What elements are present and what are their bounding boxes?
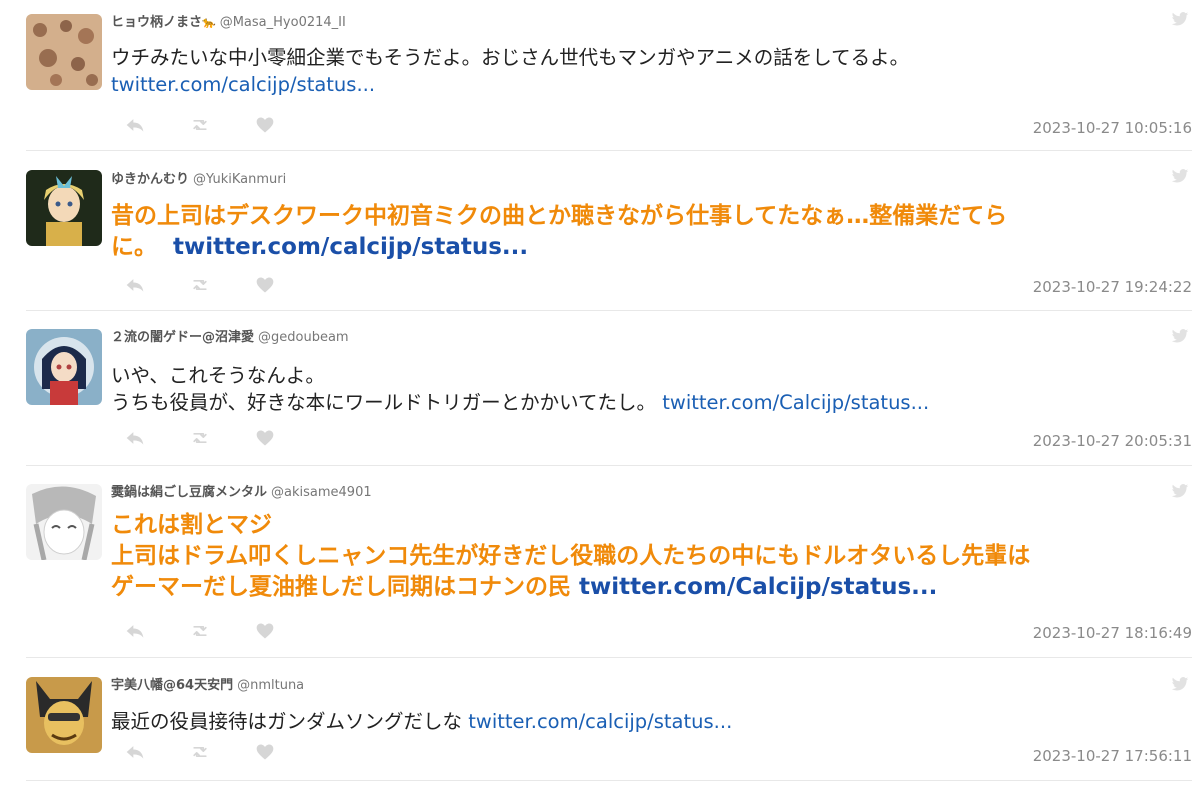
retweet-icon[interactable]	[189, 428, 211, 452]
divider	[26, 465, 1192, 466]
avatar[interactable]	[26, 14, 102, 90]
user-name[interactable]: 霙鍋は絹ごし豆腐メンタル	[111, 485, 267, 500]
tweet-text: 最近の役員接待はガンダムソングだしな twitter.com/calcijp/s…	[111, 708, 732, 735]
avatar[interactable]	[26, 329, 102, 405]
tweet-text-line: いや、これそうなんよ。	[111, 364, 325, 387]
timestamp[interactable]: 2023-10-27 18:16:49	[1033, 624, 1192, 642]
heart-icon[interactable]	[254, 621, 276, 645]
tweet-actions	[124, 275, 314, 299]
twitter-bird-icon[interactable]	[1170, 675, 1190, 697]
retweet-icon[interactable]	[189, 275, 211, 299]
user-name[interactable]: ヒョウ柄ノまさ	[111, 15, 202, 30]
user-line: 宇美八幡@64天安門 @nmltuna	[111, 674, 304, 693]
tweet-text-line: うちも役員が、好きな本にワールドトリガーとかかいてたし。	[111, 391, 657, 414]
timestamp[interactable]: 2023-10-27 20:05:31	[1033, 432, 1192, 450]
user-line: ヒョウ柄ノまさ🐆 @Masa_Hyo0214_II	[111, 11, 346, 30]
user-handle[interactable]: @YukiKanmuri	[193, 172, 286, 187]
status-link[interactable]: twitter.com/calcijp/status...	[173, 234, 528, 260]
retweet-icon[interactable]	[189, 621, 211, 645]
twitter-bird-icon[interactable]	[1170, 10, 1190, 32]
tweet-text: これは割とマジ 上司はドラム叩くしニャンコ先生が好きだし役職の人たちの中にもドル…	[111, 510, 1030, 603]
user-handle[interactable]: @gedoubeam	[258, 330, 349, 345]
timestamp[interactable]: 2023-10-27 17:56:11	[1033, 747, 1192, 765]
tweet-text-line: に。	[111, 234, 157, 260]
timestamp[interactable]: 2023-10-27 19:24:22	[1033, 278, 1192, 296]
status-link[interactable]: twitter.com/calcijp/status...	[468, 710, 732, 733]
avatar[interactable]	[26, 484, 102, 560]
timestamp[interactable]: 2023-10-27 10:05:16	[1033, 119, 1192, 137]
divider	[26, 780, 1192, 781]
status-link[interactable]: twitter.com/Calcijp/status...	[579, 574, 937, 600]
user-emoji: 🐆	[202, 16, 216, 29]
tweet-text: 昔の上司はデスクワーク中初音ミクの曲とか聴きながら仕事してたなぁ…整備業だてら …	[111, 201, 1007, 263]
status-link[interactable]: twitter.com/Calcijp/status...	[662, 391, 929, 414]
reply-icon[interactable]	[124, 428, 146, 452]
divider	[26, 657, 1192, 658]
tweet-text: いや、これそうなんよ。 うちも役員が、好きな本にワールドトリガーとかかいてたし。…	[111, 362, 929, 416]
divider	[26, 150, 1192, 151]
tweet-text: ウチみたいな中小零細企業でもそうだよ。おじさん世代もマンガやアニメの話をしてるよ…	[111, 44, 909, 98]
heart-icon[interactable]	[254, 275, 276, 299]
retweet-icon[interactable]	[189, 742, 211, 766]
heart-icon[interactable]	[254, 115, 276, 139]
user-line: ２流の闇ゲドー@沼津愛 @gedoubeam	[111, 326, 349, 345]
tweet-actions	[124, 742, 314, 766]
retweet-icon[interactable]	[189, 115, 211, 139]
user-line: ゆきかんむり @YukiKanmuri	[111, 168, 286, 187]
tweet-text-line: 昔の上司はデスクワーク中初音ミクの曲とか聴きながら仕事してたなぁ…整備業だてら	[111, 203, 1008, 229]
user-handle[interactable]: @nmltuna	[237, 678, 304, 693]
user-name[interactable]: 宇美八幡@64天安門	[111, 678, 233, 693]
reply-icon[interactable]	[124, 742, 146, 766]
user-name[interactable]: ゆきかんむり	[111, 172, 189, 187]
tweet-text-line: これは割とマジ	[111, 512, 272, 538]
twitter-bird-icon[interactable]	[1170, 482, 1190, 504]
reply-icon[interactable]	[124, 275, 146, 299]
reply-icon[interactable]	[124, 115, 146, 139]
tweet-text-line: 上司はドラム叩くしニャンコ先生が好きだし役職の人たちの中にもドルオタいるし先輩は	[111, 543, 1031, 569]
tweet-text-line: 最近の役員接待はガンダムソングだしな	[111, 710, 463, 733]
heart-icon[interactable]	[254, 742, 276, 766]
heart-icon[interactable]	[254, 428, 276, 452]
user-handle[interactable]: @Masa_Hyo0214_II	[220, 15, 346, 30]
tweet-actions	[124, 115, 314, 139]
user-name[interactable]: ２流の闇ゲドー@沼津愛	[111, 330, 254, 345]
user-handle[interactable]: @akisame4901	[271, 485, 372, 500]
tweet-actions	[124, 621, 314, 645]
avatar[interactable]	[26, 677, 102, 753]
tweet-text-line: ゲーマーだし夏油推しだし同期はコナンの民	[111, 574, 571, 600]
status-link[interactable]: twitter.com/calcijp/status...	[111, 73, 375, 96]
twitter-bird-icon[interactable]	[1170, 327, 1190, 349]
divider	[26, 310, 1192, 311]
reply-icon[interactable]	[124, 621, 146, 645]
tweet-actions	[124, 428, 314, 452]
twitter-bird-icon[interactable]	[1170, 167, 1190, 189]
user-line: 霙鍋は絹ごし豆腐メンタル @akisame4901	[111, 481, 372, 500]
avatar[interactable]	[26, 170, 102, 246]
tweet-text-line: ウチみたいな中小零細企業でもそうだよ。おじさん世代もマンガやアニメの話をしてるよ…	[111, 46, 910, 69]
